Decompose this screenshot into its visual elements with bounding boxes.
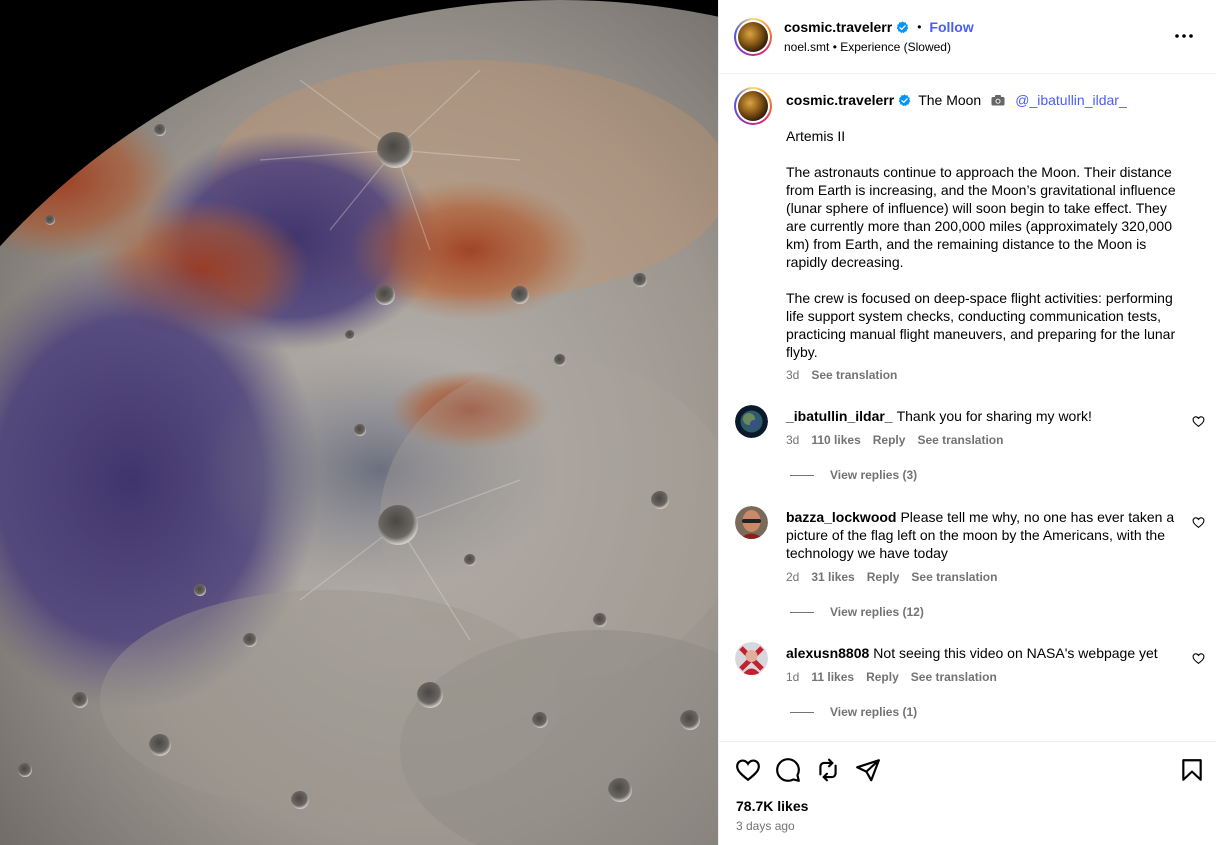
see-translation-link[interactable]: See translation [911, 670, 997, 684]
comment-text: bazza_lockwood Please tell me why, no one… [786, 508, 1186, 562]
verified-badge-icon [896, 20, 909, 33]
divider-line [790, 611, 814, 613]
comment-text: _ibatullin_ildar_ Thank you for sharing m… [786, 407, 1186, 425]
commenter-avatar[interactable] [735, 506, 768, 539]
divider-line [790, 711, 814, 713]
see-translation-link[interactable]: See translation [811, 368, 897, 382]
caption-body: Artemis II The astronauts continue to ap… [786, 127, 1186, 379]
caption-title: The Moon [918, 92, 982, 108]
see-translation-link[interactable]: See translation [911, 570, 997, 584]
commenter-avatar[interactable] [735, 642, 768, 675]
comment-age[interactable]: 2d [786, 570, 799, 584]
caption-mention-link[interactable]: @_ibatullin_ildar_ [1015, 92, 1127, 108]
likes-count[interactable]: 78.7K likes [736, 798, 808, 814]
commenter-avatar[interactable] [735, 405, 768, 438]
view-replies-button[interactable]: View replies (12) [790, 605, 924, 619]
comment-meta: 2d 31 likes Reply See translation [786, 570, 997, 584]
audio-title[interactable]: Experience (Slowed) [840, 40, 951, 54]
view-replies-button[interactable]: View replies (3) [790, 468, 917, 482]
separator-dot: • [917, 20, 922, 34]
comment-age[interactable]: 1d [786, 670, 799, 684]
caption-paragraph: The crew is focused on deep-space flight… [786, 290, 1176, 360]
caption-username[interactable]: cosmic.travelerr [786, 92, 894, 108]
comment-heart-icon[interactable] [1192, 415, 1205, 428]
comment-body: Not seeing this video on NASA's webpage … [873, 645, 1158, 661]
post-side-panel: cosmic.travelerr • Follow noel.smt • Exp… [718, 0, 1216, 845]
follow-button[interactable]: Follow [929, 19, 973, 35]
camera-icon [991, 95, 1005, 106]
post-actions: 78.7K likes 3 days ago [719, 741, 1216, 845]
see-translation-link[interactable]: See translation [917, 433, 1003, 447]
reply-button[interactable]: Reply [873, 433, 906, 447]
audio-line[interactable]: noel.smt • Experience (Slowed) [784, 40, 951, 54]
view-replies-button[interactable]: View replies (1) [790, 705, 917, 719]
share-icon[interactable] [855, 757, 881, 783]
comment-likes[interactable]: 110 likes [811, 433, 860, 447]
audio-artist[interactable]: noel.smt [784, 40, 829, 54]
author-username[interactable]: cosmic.travelerr [784, 19, 892, 35]
caption-heading: Artemis II [786, 128, 846, 144]
post-media[interactable] [0, 0, 718, 845]
author-avatar[interactable] [734, 18, 772, 56]
comment-meta: 1d 11 likes Reply See translation [786, 670, 997, 684]
caption-author-avatar[interactable] [734, 87, 772, 125]
comment-username[interactable]: _ibatullin_ildar_ [786, 408, 893, 424]
comment-text: alexusn8808 Not seeing this video on NASA… [786, 644, 1186, 662]
caption-header: cosmic.travelerr The Moon @_ibatullin_il… [786, 92, 1127, 108]
bookmark-icon[interactable] [1179, 757, 1205, 783]
reply-button[interactable]: Reply [867, 570, 900, 584]
comment-username[interactable]: alexusn8808 [786, 645, 869, 661]
verified-badge-icon [898, 93, 911, 106]
caption-paragraph: The astronauts continue to approach the … [786, 164, 1176, 270]
comment-heart-icon[interactable] [1192, 652, 1205, 665]
divider-line [790, 474, 814, 476]
caption-age[interactable]: 3d [786, 368, 799, 382]
comment-username[interactable]: bazza_lockwood [786, 509, 896, 525]
view-replies-label: View replies (3) [830, 468, 918, 482]
comment-body: Thank you for sharing my work! [896, 408, 1092, 424]
comment-likes[interactable]: 31 likes [811, 570, 854, 584]
caption-meta: 3d See translation [786, 368, 897, 382]
comment-likes[interactable]: 11 likes [811, 670, 854, 684]
repost-icon[interactable] [815, 757, 841, 783]
view-replies-label: View replies (1) [830, 705, 918, 719]
moon-image [0, 0, 718, 845]
comment-icon[interactable] [775, 757, 801, 783]
comment-meta: 3d 110 likes Reply See translation [786, 433, 1003, 447]
author-line: cosmic.travelerr • Follow [784, 19, 974, 35]
comment-heart-icon[interactable] [1192, 516, 1205, 529]
comments-section[interactable]: cosmic.travelerr The Moon @_ibatullin_il… [719, 75, 1216, 741]
view-replies-label: View replies (12) [830, 605, 924, 619]
post-time[interactable]: 3 days ago [736, 819, 795, 833]
reply-button[interactable]: Reply [866, 670, 899, 684]
post-header: cosmic.travelerr • Follow noel.smt • Exp… [719, 0, 1216, 74]
heart-icon[interactable] [735, 757, 761, 783]
comment-age[interactable]: 3d [786, 433, 799, 447]
more-icon[interactable] [1173, 26, 1195, 46]
